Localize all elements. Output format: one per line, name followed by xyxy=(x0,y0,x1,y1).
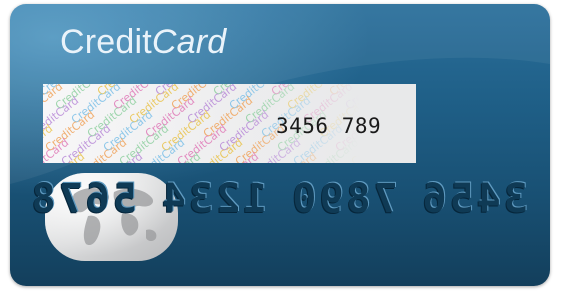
embossed-group: 3456 xyxy=(419,176,528,222)
card-number-printed: 3456 789 xyxy=(276,114,382,138)
brand-primary: Credit xyxy=(60,23,152,61)
credit-card: CreditCard CreditCardCreditCardCreditCar… xyxy=(10,4,550,286)
brand-secondary: Card xyxy=(151,23,227,61)
embossed-group: 5678 xyxy=(28,176,138,222)
embossed-group: 7890 xyxy=(289,176,398,222)
card-number-embossed: 3456 7890 1234 5678 xyxy=(29,176,528,222)
embossed-group: 1234 xyxy=(159,176,268,222)
card-brand: CreditCard xyxy=(60,22,226,62)
